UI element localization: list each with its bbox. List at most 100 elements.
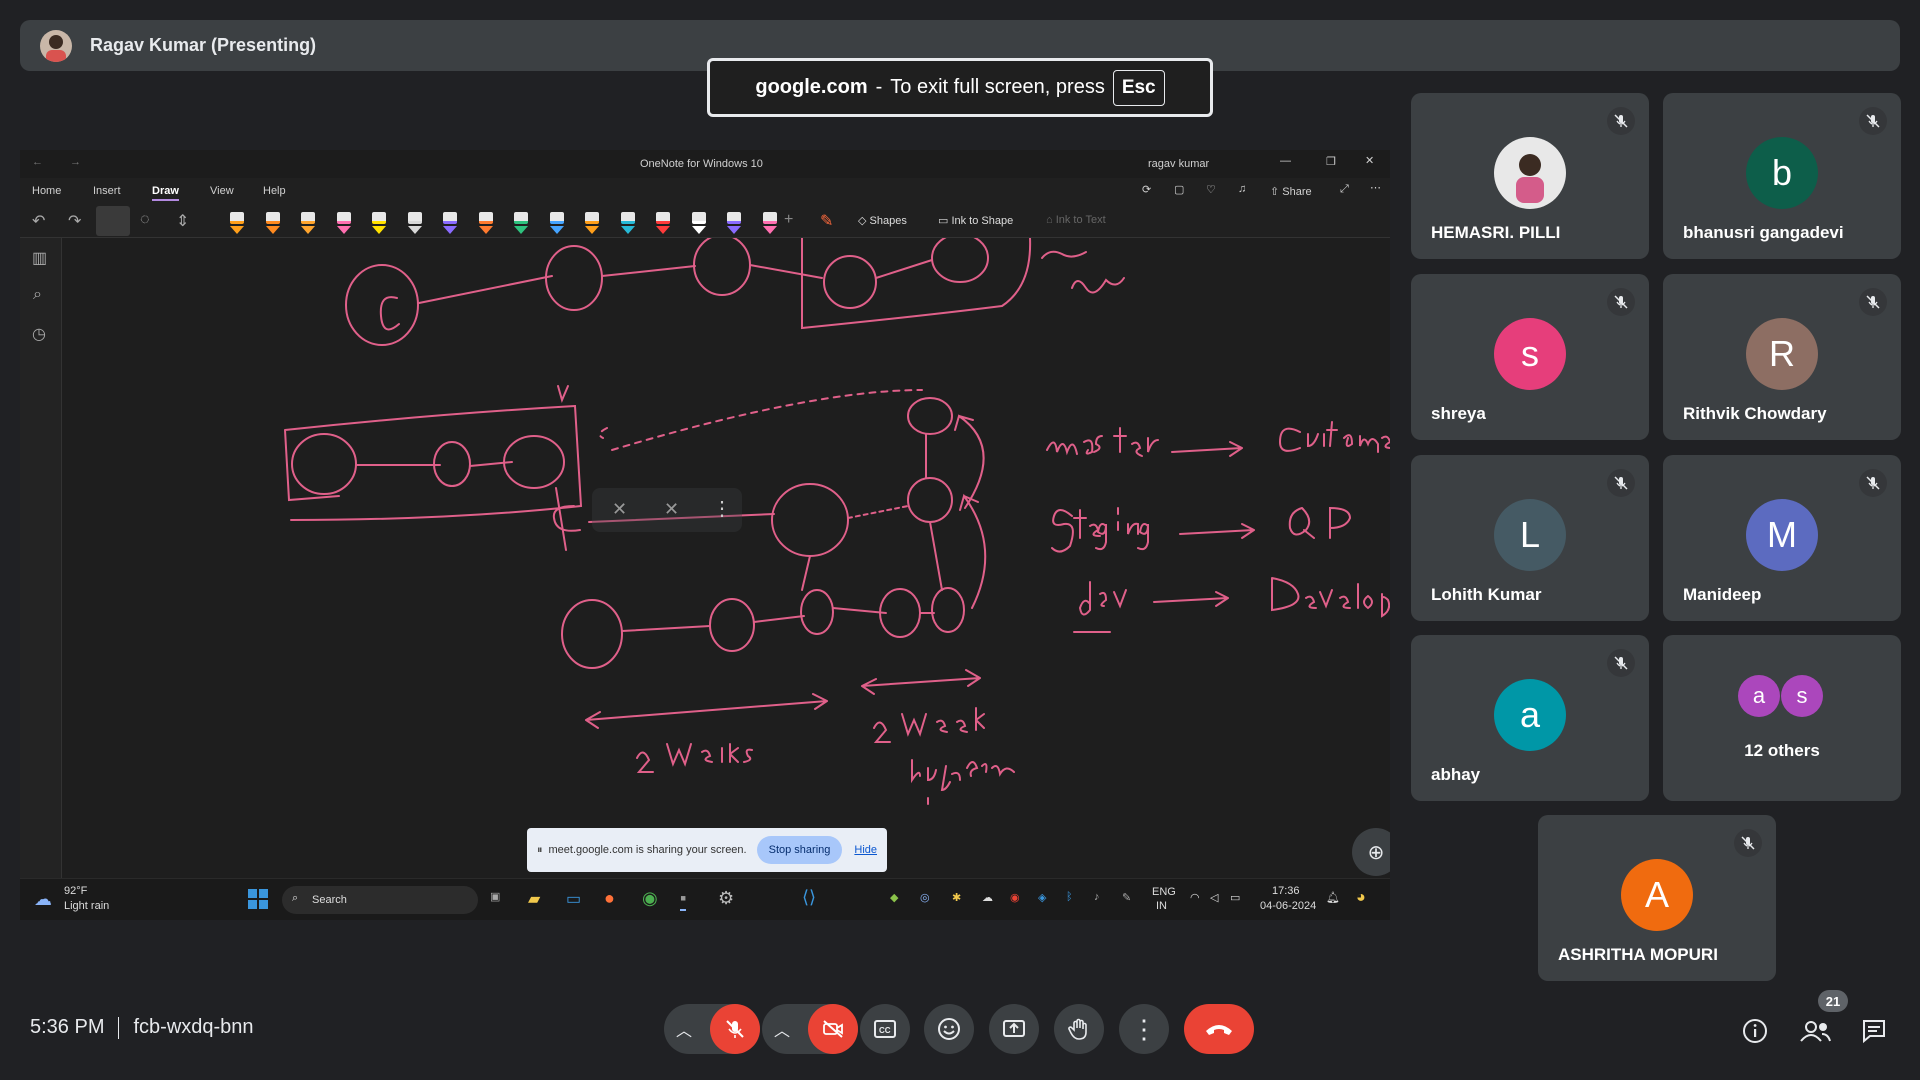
clock-date[interactable]: 04-06-2024: [1260, 900, 1316, 912]
restore-icon[interactable]: ❐: [1326, 155, 1336, 168]
ink-canvas[interactable]: ✕ ✕ ⋮ ⊕: [62, 233, 1390, 878]
pen-tool-icon[interactable]: [478, 212, 493, 234]
bell-icon[interactable]: ♫: [1238, 183, 1246, 195]
close-icon[interactable]: ✕: [1365, 154, 1374, 167]
raise-hand-button[interactable]: [1054, 1004, 1104, 1054]
battery-icon[interactable]: ▭: [1230, 891, 1240, 904]
mic-toggle-button[interactable]: [710, 1004, 760, 1054]
fullscreen-icon[interactable]: ⤢: [1340, 183, 1349, 196]
file-explorer-icon[interactable]: ▰: [528, 889, 540, 909]
tray-app3-icon[interactable]: ✱: [952, 891, 961, 904]
hide-button[interactable]: Hide: [854, 844, 877, 856]
participant-tile[interactable]: M Manideep: [1663, 455, 1901, 621]
participant-tile[interactable]: R Rithvik Chowdary: [1663, 274, 1901, 440]
leave-call-button[interactable]: [1184, 1004, 1254, 1054]
tray-app2-icon[interactable]: ◎: [920, 891, 930, 904]
tray-app-icon[interactable]: ◆: [890, 891, 898, 904]
search-icon[interactable]: ⌕: [33, 286, 42, 304]
participant-tile[interactable]: L Lohith Kumar: [1411, 455, 1649, 621]
captions-button[interactable]: CC: [860, 1004, 910, 1054]
more-options-button[interactable]: ⋮: [1119, 1004, 1169, 1054]
windows-start-icon[interactable]: [248, 889, 268, 909]
desktop-icon[interactable]: ▭: [566, 889, 581, 909]
notebooks-icon[interactable]: ▥: [32, 248, 47, 268]
participant-tile[interactable]: A ASHRITHA MOPURI: [1538, 815, 1776, 981]
chat-icon[interactable]: [1860, 1017, 1888, 1050]
people-icon[interactable]: [1798, 1017, 1832, 1050]
onedrive-icon[interactable]: ☁: [982, 891, 993, 904]
weather-icon[interactable]: ☁: [34, 889, 52, 910]
chevron-up-icon[interactable]: ︿: [774, 1017, 790, 1041]
meeting-details-icon[interactable]: [1741, 1017, 1769, 1050]
volume-icon[interactable]: ◁: [1210, 891, 1218, 904]
camera-toggle-button[interactable]: [808, 1004, 858, 1054]
participant-tile[interactable]: HEMASRI. PILLI: [1411, 93, 1649, 259]
ink-to-shape-button[interactable]: ▭ Ink to Shape: [938, 214, 1013, 227]
taskbar-search[interactable]: ⌕ Search: [282, 886, 478, 914]
notebook-icon[interactable]: ▢: [1174, 183, 1184, 196]
pen-tool-icon[interactable]: [443, 212, 457, 234]
pen-tool-icon[interactable]: [620, 212, 635, 234]
task-view-icon[interactable]: ▣: [490, 890, 500, 903]
tab-view[interactable]: View: [210, 185, 234, 197]
pen-tool-icon[interactable]: [265, 212, 280, 234]
pen-tool-icon[interactable]: [407, 212, 422, 234]
participant-tile[interactable]: b bhanusri gangadevi: [1663, 93, 1901, 259]
sync-icon[interactable]: ⟳: [1142, 183, 1151, 196]
pen-tray-icon[interactable]: ✎: [1122, 891, 1131, 904]
add-space-icon[interactable]: ⇕: [176, 211, 189, 231]
copilot-icon[interactable]: ◕: [1356, 889, 1366, 907]
wifi-icon[interactable]: ◠: [1190, 891, 1200, 904]
pen-tool-icon[interactable]: [372, 212, 386, 234]
settings-icon[interactable]: ⚙: [718, 888, 734, 909]
clock-time[interactable]: 17:36: [1272, 885, 1300, 897]
tab-help[interactable]: Help: [263, 185, 286, 197]
lang-eng[interactable]: ENG: [1152, 886, 1176, 898]
account-name[interactable]: ragav kumar: [1148, 158, 1209, 170]
mic-tray-icon[interactable]: ♪: [1094, 891, 1100, 903]
pen-tool-icon[interactable]: [230, 212, 244, 234]
lightbulb-icon[interactable]: ♡: [1206, 183, 1216, 196]
more-options-icon[interactable]: ⋮: [712, 496, 732, 521]
shapes-button[interactable]: ◇ Shapes: [858, 214, 907, 227]
firefox-icon[interactable]: ●: [604, 888, 615, 909]
others-tile[interactable]: a s 12 others: [1663, 635, 1901, 801]
notification-icon[interactable]: 🔔︎: [1326, 891, 1340, 904]
reactions-button[interactable]: [924, 1004, 974, 1054]
ruler-icon[interactable]: ✎: [820, 211, 833, 231]
pen-tool-icon[interactable]: [727, 212, 741, 234]
back-icon[interactable]: ←: [32, 156, 43, 168]
pen-tool-icon[interactable]: [514, 212, 528, 234]
minimize-icon[interactable]: —: [1280, 155, 1291, 167]
tab-draw[interactable]: Draw: [152, 185, 179, 201]
ink-to-text-button[interactable]: ⌂ Ink to Text: [1046, 214, 1106, 226]
undo-icon[interactable]: ↶: [32, 211, 45, 231]
forward-icon[interactable]: →: [70, 156, 81, 168]
present-button[interactable]: [989, 1004, 1039, 1054]
pen-tool-icon[interactable]: [336, 212, 351, 234]
pen-tool-icon[interactable]: [762, 212, 777, 234]
tray-app4-icon[interactable]: ◈: [1038, 891, 1046, 904]
chrome-icon[interactable]: ◉: [642, 888, 658, 909]
tab-home[interactable]: Home: [32, 185, 61, 197]
stop-sharing-button[interactable]: Stop sharing: [756, 836, 843, 864]
pen-tool-icon[interactable]: [691, 212, 706, 234]
pen-tool-icon[interactable]: [656, 212, 670, 234]
onenote-task-icon[interactable]: ▪: [680, 888, 687, 911]
tray-chrome-icon[interactable]: ◉: [1010, 891, 1020, 904]
share-button[interactable]: ⇧ Share: [1270, 185, 1312, 198]
participant-tile[interactable]: a abhay: [1411, 635, 1649, 801]
lang-in[interactable]: IN: [1156, 900, 1167, 912]
bluetooth-icon[interactable]: ᛒ: [1066, 891, 1073, 903]
add-pen-icon[interactable]: +: [784, 211, 793, 229]
recent-icon[interactable]: ◷: [32, 324, 46, 344]
chevron-up-icon[interactable]: ︿: [676, 1017, 692, 1041]
select-tool-icon[interactable]: [96, 206, 130, 236]
participant-tile[interactable]: s shreya: [1411, 274, 1649, 440]
meeting-code[interactable]: fcb-wxdq-bnn: [133, 1016, 253, 1039]
vscode-icon[interactable]: ⟨⟩: [802, 887, 816, 908]
pin-off-icon[interactable]: ✕: [612, 499, 627, 520]
tab-insert[interactable]: Insert: [93, 185, 121, 197]
pen-tool-icon[interactable]: [549, 212, 564, 234]
lasso-icon[interactable]: ◌: [140, 211, 150, 229]
